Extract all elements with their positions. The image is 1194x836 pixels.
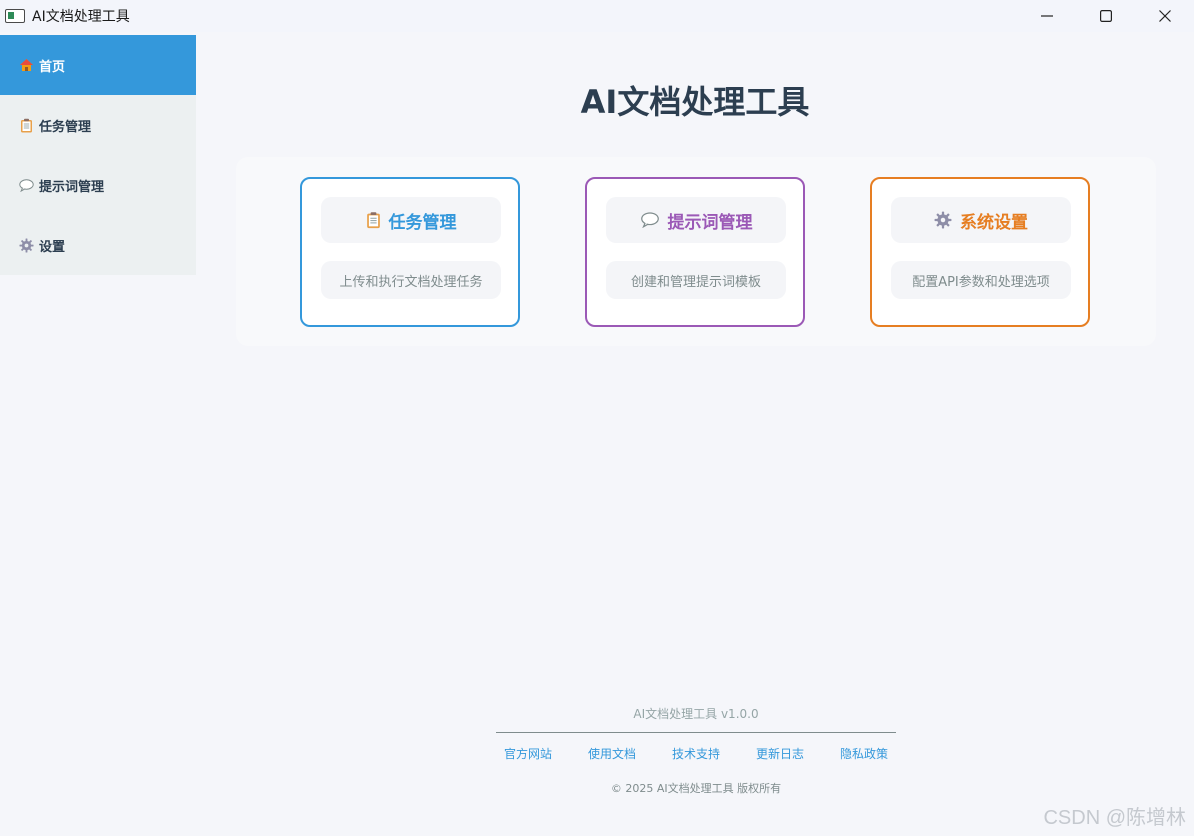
card-prompt-management[interactable]: 提示词管理 创建和管理提示词模板 [585, 177, 805, 327]
footer-link-support[interactable]: 技术支持 [672, 745, 720, 762]
title-bar: AI文档处理工具 [0, 0, 1194, 32]
speech-bubble-icon [640, 212, 660, 228]
sidebar-item-label: 首页 [39, 59, 66, 75]
sidebar-item-label: 提示词管理 [39, 179, 105, 195]
window-title: AI文档处理工具 [32, 9, 130, 25]
card-header: 提示词管理 [606, 197, 786, 243]
gear-icon [934, 211, 952, 229]
footer-version: AI文档处理工具 v1.0.0 [633, 707, 759, 721]
footer-copyright: © 2025 AI文档处理工具 版权所有 [610, 782, 782, 795]
maximize-button[interactable] [1076, 0, 1135, 32]
page-title: AI文档处理工具 [580, 83, 810, 121]
close-button[interactable] [1135, 0, 1194, 32]
footer-link-changelog[interactable]: 更新日志 [756, 745, 804, 762]
gear-icon [18, 237, 34, 253]
sidebar-item-label: 任务管理 [39, 119, 92, 135]
house-icon [18, 57, 34, 73]
close-icon [1158, 10, 1171, 22]
watermark: CSDN @陈增林 [1043, 807, 1186, 829]
card-header: 系统设置 [891, 197, 1071, 243]
clipboard-icon [18, 117, 34, 133]
card-description: 上传和执行文档处理任务 [321, 261, 501, 299]
sidebar-item-tasks[interactable]: 任务管理 [0, 95, 196, 155]
footer-link-privacy[interactable]: 隐私政策 [840, 745, 888, 762]
card-description: 创建和管理提示词模板 [606, 261, 786, 299]
card-title: 系统设置 [960, 212, 1028, 233]
main-content: AI文档处理工具 任务管理 上传和执行文档处理任务 提示词管理 创建和管理提示词… [196, 35, 1194, 836]
card-title: 提示词管理 [667, 212, 753, 233]
app-icon [5, 9, 25, 23]
footer-divider [496, 732, 896, 733]
card-system-settings[interactable]: 系统设置 配置API参数和处理选项 [870, 177, 1090, 327]
speech-bubble-icon [18, 177, 34, 193]
card-task-management[interactable]: 任务管理 上传和执行文档处理任务 [300, 177, 520, 327]
minimize-icon [1040, 15, 1053, 17]
footer-links: 官方网站 使用文档 技术支持 更新日志 隐私政策 [496, 745, 896, 762]
sidebar-item-settings[interactable]: 设置 [0, 215, 196, 275]
minimize-button[interactable] [1017, 0, 1076, 32]
clipboard-icon [366, 211, 381, 229]
card-title: 任务管理 [388, 212, 457, 233]
cards-panel: 任务管理 上传和执行文档处理任务 提示词管理 创建和管理提示词模板 系统设置 配… [236, 157, 1156, 346]
card-description: 配置API参数和处理选项 [891, 261, 1071, 299]
window-controls [1017, 0, 1194, 32]
sidebar-item-prompts[interactable]: 提示词管理 [0, 155, 196, 215]
footer-link-official-site[interactable]: 官方网站 [504, 745, 552, 762]
maximize-icon [1099, 10, 1112, 22]
sidebar-item-label: 设置 [39, 239, 66, 255]
sidebar-item-home[interactable]: 首页 [0, 35, 196, 95]
sidebar: 首页 任务管理 提示词管理 设置 [0, 35, 196, 275]
card-header: 任务管理 [321, 197, 501, 243]
footer-link-docs[interactable]: 使用文档 [588, 745, 636, 762]
